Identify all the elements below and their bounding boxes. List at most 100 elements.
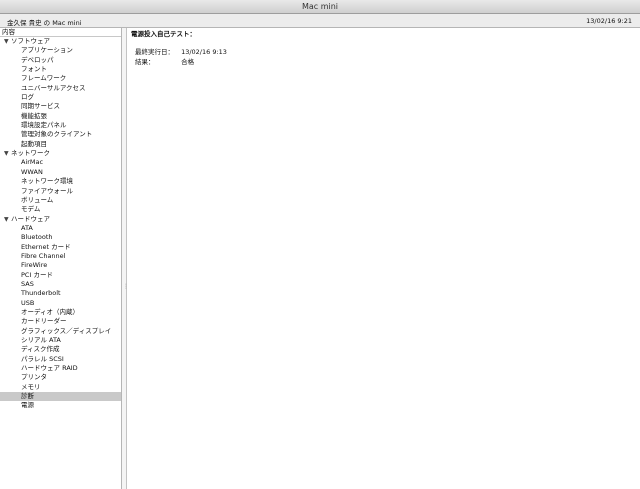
- tree-item-label: AirMac: [21, 158, 44, 167]
- tree-item-label: シリアル ATA: [21, 336, 61, 344]
- tree-item[interactable]: WWAN: [0, 168, 121, 177]
- tree-item[interactable]: ネットワーク環境: [0, 177, 121, 186]
- tree-item-label: ハードウェア: [11, 214, 50, 223]
- tree-item-label: ユニバーサルアクセス: [21, 83, 86, 92]
- tree-item[interactable]: オーディオ（内蔵）: [0, 308, 121, 317]
- tree-item[interactable]: カードリーダー: [0, 317, 121, 326]
- tree-item[interactable]: フォント: [0, 65, 121, 74]
- tree-item-label: 電源: [21, 401, 34, 410]
- tree-item[interactable]: 機能拡張: [0, 112, 121, 121]
- section-heading: 電源投入自己テスト：: [131, 30, 196, 38]
- tree-item[interactable]: Bluetooth: [0, 233, 121, 242]
- machine-name: 金久保 貴史 の Mac mini: [7, 19, 82, 27]
- contents-tree: ▼ ソフトウェア アプリケーション デベロッパ フォント フレームワーク ユニバーサルアクセ…: [0, 37, 121, 411]
- tree-item[interactable]: プリンタ: [0, 373, 121, 382]
- title-bar[interactable]: Mac mini: [0, 0, 640, 14]
- tree-item[interactable]: Ethernet カード: [0, 243, 121, 252]
- tree-item[interactable]: AirMac: [0, 158, 121, 167]
- tree-item[interactable]: ディスク作成: [0, 345, 121, 354]
- tree-item-label: WWAN: [21, 167, 43, 176]
- tree-item[interactable]: ATA: [0, 224, 121, 233]
- tree-item[interactable]: SAS: [0, 280, 121, 289]
- tree-item-label: ATA: [21, 223, 33, 232]
- tree-item[interactable]: モデム: [0, 205, 121, 214]
- tree-item-label: 機能拡張: [21, 111, 47, 120]
- tree-item[interactable]: デベロッパ: [0, 56, 121, 65]
- splitter[interactable]: ⋮: [122, 28, 129, 489]
- tree-item-label: カードリーダー: [21, 317, 67, 326]
- last-run-value: 13/02/16 9:13: [181, 48, 227, 56]
- disclosure-triangle-icon[interactable]: ▼: [4, 37, 11, 46]
- tree-item-label: Thunderbolt: [21, 289, 61, 298]
- tree-item-label: SAS: [21, 279, 34, 288]
- tree-item-label: アプリケーション: [21, 46, 73, 55]
- disclosure-triangle-icon[interactable]: ▼: [4, 149, 11, 158]
- tree-item[interactable]: ハードウェア RAID: [0, 364, 121, 373]
- tree-item-label: USB: [21, 298, 35, 307]
- tree-item[interactable]: シリアル ATA: [0, 336, 121, 345]
- tree-item-label: モデム: [21, 205, 41, 214]
- tree-item[interactable]: PCI カード: [0, 271, 121, 280]
- result-label: 結果：: [135, 58, 155, 66]
- tree-item[interactable]: USB: [0, 299, 121, 308]
- info-header: 金久保 貴史 の Mac mini 13/02/16 9:21: [0, 14, 640, 28]
- tree-item[interactable]: メモリ: [0, 383, 121, 392]
- tree-item-label: Ethernet カード: [21, 242, 71, 251]
- tree-item[interactable]: Thunderbolt: [0, 289, 121, 298]
- tree-item-label: Fibre Channel: [21, 251, 66, 260]
- sidebar-header[interactable]: 内容: [0, 28, 121, 37]
- tree-item-label: ネットワーク: [11, 149, 50, 158]
- report-date: 13/02/16 9:21: [586, 17, 632, 25]
- tree-item[interactable]: グラフィックス／ディスプレイ: [0, 327, 121, 336]
- tree-item-label: パラレル SCSI: [21, 354, 64, 363]
- tree-item-label: ディスク作成: [21, 345, 60, 354]
- window: Mac mini 金久保 貴史 の Mac mini 13/02/16 9:21…: [0, 0, 640, 489]
- tree-item-label: プリンタ: [21, 373, 47, 382]
- tree-item-label: 起動項目: [21, 139, 47, 148]
- tree-item[interactable]: フレームワーク: [0, 74, 121, 83]
- tree-item-label: ファイアウォール: [21, 186, 73, 195]
- tree-item-label: ソフトウェア: [11, 37, 50, 45]
- tree-category[interactable]: ▼ ハードウェア: [0, 215, 121, 224]
- tree-item-label: 同期サービス: [21, 102, 60, 111]
- last-run-label: 最終実行日：: [135, 48, 174, 56]
- tree-item[interactable]: Fibre Channel: [0, 252, 121, 261]
- tree-item[interactable]: アプリケーション: [0, 46, 121, 55]
- result-value: 合格: [181, 58, 195, 66]
- tree-item[interactable]: ユニバーサルアクセス: [0, 84, 121, 93]
- tree-item-label: Bluetooth: [21, 233, 53, 242]
- window-title: Mac mini: [301, 2, 339, 11]
- tree-item-label: ネットワーク環境: [21, 177, 73, 186]
- tree-category[interactable]: ▼ ネットワーク: [0, 149, 121, 158]
- tree-item[interactable]: 同期サービス: [0, 102, 121, 111]
- tree-item-label: 環境設定パネル: [21, 121, 67, 130]
- sidebar: 内容 ▼ ソフトウェア アプリケーション デベロッパ フォント フレームワーク ユニバーサル…: [0, 28, 122, 489]
- tree-item-label: フォント: [21, 65, 47, 74]
- tree-item-label: オーディオ（内蔵）: [21, 307, 80, 316]
- tree-item-label: PCI カード: [21, 270, 53, 279]
- detail-pane: 電源投入自己テスト： 最終実行日： 13/02/16 9:13 結果： 合格: [128, 28, 640, 489]
- tree-item-label: グラフィックス／ディスプレイ: [21, 326, 112, 335]
- tree-item-label: ハードウェア RAID: [21, 364, 78, 373]
- tree-item-label: FireWire: [21, 261, 48, 270]
- disclosure-triangle-icon[interactable]: ▼: [4, 215, 11, 224]
- last-run-row: 最終実行日： 13/02/16 9:13: [135, 46, 227, 56]
- tree-item-label: 管理対象のクライアント: [21, 130, 93, 139]
- tree-item[interactable]: 管理対象のクライアント: [0, 130, 121, 139]
- tree-item[interactable]: ファイアウォール: [0, 187, 121, 196]
- tree-item-selected[interactable]: 診断: [0, 392, 121, 402]
- tree-item-label: メモリ: [21, 382, 41, 391]
- result-row: 結果： 合格: [135, 56, 194, 66]
- tree-category[interactable]: ▼ ソフトウェア: [0, 37, 121, 46]
- tree-item[interactable]: ログ: [0, 93, 121, 102]
- tree-item-label: ボリューム: [21, 195, 54, 204]
- tree-item[interactable]: 起動項目: [0, 140, 121, 149]
- tree-item-label: デベロッパ: [21, 55, 54, 64]
- tree-item[interactable]: パラレル SCSI: [0, 355, 121, 364]
- tree-item-label: 診断: [21, 392, 34, 401]
- tree-item[interactable]: ボリューム: [0, 196, 121, 205]
- tree-item[interactable]: 電源: [0, 401, 121, 410]
- tree-item-label: ログ: [21, 93, 34, 102]
- tree-item[interactable]: FireWire: [0, 261, 121, 270]
- tree-item-label: フレームワーク: [21, 74, 67, 83]
